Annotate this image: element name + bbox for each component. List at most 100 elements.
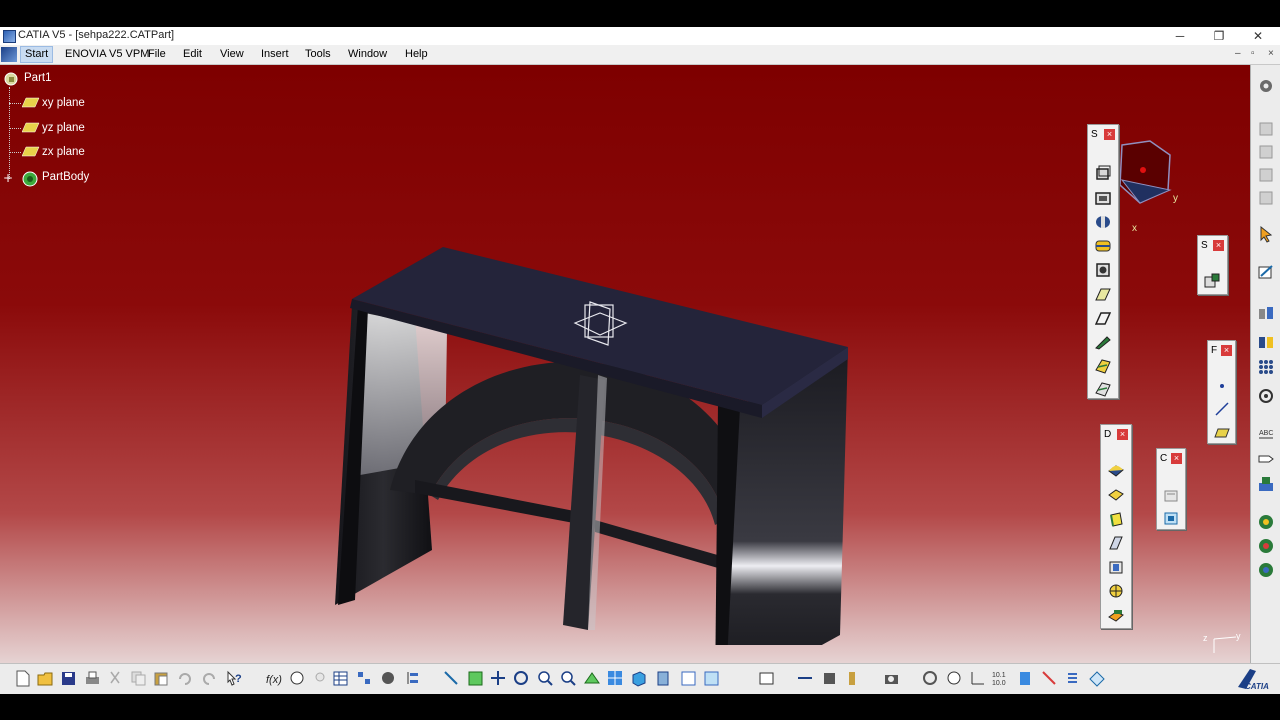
measure-inertia-icon[interactable] — [844, 670, 861, 687]
scaling-icon[interactable] — [1257, 387, 1275, 405]
swap-visible-space-icon[interactable] — [703, 670, 720, 687]
menu-file[interactable]: File — [148, 48, 166, 60]
compass-icon[interactable]: x y — [1110, 135, 1190, 235]
measure-icon[interactable] — [1257, 303, 1275, 321]
quick-select-icon[interactable] — [1041, 670, 1058, 687]
pad-icon[interactable] — [1095, 165, 1111, 181]
mdi-minimize-button[interactable]: – — [1235, 48, 1241, 59]
measure-item-icon[interactable] — [821, 670, 838, 687]
shaft-icon[interactable] — [1095, 214, 1111, 230]
3d-viewport[interactable]: Part1 xy plane yz plane zx plane + PartB… — [0, 65, 1250, 663]
product-icon[interactable] — [1257, 120, 1275, 138]
options-gear-icon[interactable] — [1257, 77, 1275, 95]
tree-item-yz-plane[interactable]: yz plane — [42, 122, 85, 134]
toolbar-close-button[interactable]: × — [1104, 129, 1115, 140]
spec-tree-icon[interactable] — [404, 670, 421, 687]
apply-material-bottom-icon[interactable] — [758, 670, 775, 687]
close-button[interactable]: ✕ — [1238, 27, 1278, 45]
rib-icon[interactable] — [1095, 286, 1111, 302]
knowledge-rule-icon[interactable] — [1257, 537, 1275, 555]
table-icon[interactable] — [332, 670, 349, 687]
sketch-icon[interactable] — [1204, 273, 1220, 289]
rotate-icon[interactable] — [513, 670, 530, 687]
dimension-axis-icon[interactable] — [969, 670, 986, 687]
edge-fillet-icon[interactable] — [1108, 463, 1124, 479]
slot-icon[interactable] — [1095, 310, 1111, 326]
pattern-icon[interactable] — [1257, 358, 1275, 376]
knowledge-formula-icon[interactable] — [1257, 513, 1275, 531]
iso-view-icon[interactable] — [630, 670, 647, 687]
fly-mode-icon[interactable] — [443, 670, 460, 687]
copy-icon[interactable] — [130, 670, 147, 687]
multi-sections-solid-icon[interactable] — [1095, 358, 1111, 374]
list-icon[interactable] — [1064, 670, 1081, 687]
menu-start[interactable]: Start — [20, 46, 54, 63]
menu-insert[interactable]: Insert — [261, 48, 289, 60]
shading-icon[interactable] — [655, 670, 672, 687]
catalog-icon[interactable] — [1257, 166, 1275, 184]
chamfer-icon[interactable] — [1108, 487, 1124, 503]
stiffener-icon[interactable] — [1095, 334, 1111, 350]
menu-enovia[interactable]: ENOVIA V5 VPM — [65, 48, 149, 60]
fit-all-icon[interactable] — [467, 670, 484, 687]
mdi-close-button[interactable]: × — [1268, 48, 1274, 59]
catalog-browser-icon[interactable] — [356, 670, 373, 687]
reference-elements-toolbar[interactable]: F × — [1207, 340, 1236, 444]
axis-system-icon[interactable] — [946, 670, 963, 687]
print-icon[interactable] — [84, 670, 101, 687]
pan-icon[interactable] — [490, 670, 507, 687]
sketcher-entry-icon[interactable] — [1257, 263, 1275, 281]
instance-icon[interactable] — [1257, 143, 1275, 161]
knowledge-check-icon[interactable] — [1257, 561, 1275, 579]
measure-between-icon[interactable] — [797, 670, 814, 687]
zoom-out-icon[interactable] — [560, 670, 577, 687]
toolbar-close-button[interactable]: × — [1171, 453, 1182, 464]
capture-icon[interactable] — [883, 670, 900, 687]
multi-view-icon[interactable] — [607, 670, 624, 687]
menu-window[interactable]: Window — [348, 48, 387, 60]
toolbar-close-button[interactable]: × — [1221, 345, 1232, 356]
sketcher-icon[interactable] — [380, 670, 397, 687]
toolbar-close-button[interactable]: × — [1117, 429, 1128, 440]
thread-icon[interactable] — [1108, 583, 1124, 599]
cut-icon[interactable] — [107, 670, 124, 687]
constraint-icon[interactable] — [1163, 487, 1179, 503]
tree-item-xy-plane[interactable]: xy plane — [42, 97, 85, 109]
knowledge-bulb-icon[interactable] — [312, 670, 329, 687]
menu-edit[interactable]: Edit — [183, 48, 202, 60]
mirror-icon[interactable] — [1257, 333, 1275, 351]
flag-note-icon[interactable] — [1257, 450, 1275, 468]
constraint-defined-icon[interactable] — [1163, 510, 1179, 526]
pocket-icon[interactable] — [1095, 190, 1111, 206]
mdi-restore-button[interactable]: ▫ — [1251, 48, 1255, 59]
constraint-toolbar[interactable]: C × — [1156, 448, 1186, 530]
menu-view[interactable]: View — [220, 48, 244, 60]
tree-item-zx-plane[interactable]: zx plane — [42, 146, 85, 158]
stacked-views-icon[interactable] — [1017, 670, 1034, 687]
redo-icon[interactable] — [201, 670, 218, 687]
dress-up-features-toolbar[interactable]: D × — [1100, 424, 1132, 629]
plane-tool-icon[interactable] — [1214, 425, 1230, 441]
hide-show-icon[interactable] — [680, 670, 697, 687]
menu-help[interactable]: Help — [405, 48, 428, 60]
hole-icon[interactable] — [1095, 262, 1111, 278]
line-icon[interactable] — [1214, 401, 1230, 417]
select-cursor-icon[interactable] — [1257, 225, 1275, 243]
help-whats-this-icon[interactable]: ? — [226, 670, 243, 687]
tree-item-partbody[interactable]: PartBody — [42, 171, 89, 183]
save-icon[interactable] — [60, 670, 77, 687]
formula-icon[interactable]: f(x) — [266, 670, 283, 687]
powercopy-icon[interactable] — [1257, 189, 1275, 207]
apply-material-icon[interactable] — [1257, 475, 1275, 493]
new-file-icon[interactable] — [14, 670, 31, 687]
sketcher-toolbar[interactable]: S × — [1197, 235, 1228, 295]
removed-multi-sections-icon[interactable] — [1095, 381, 1111, 397]
annotation-text-icon[interactable]: ABC — [1257, 425, 1275, 443]
paste-icon[interactable] — [153, 670, 170, 687]
shell-icon[interactable] — [1108, 535, 1124, 551]
plane-view-icon[interactable] — [1089, 670, 1106, 687]
menu-tools[interactable]: Tools — [305, 48, 331, 60]
normal-view-icon[interactable] — [584, 670, 601, 687]
groove-icon[interactable] — [1095, 238, 1111, 254]
3d-model-table[interactable] — [320, 175, 860, 645]
